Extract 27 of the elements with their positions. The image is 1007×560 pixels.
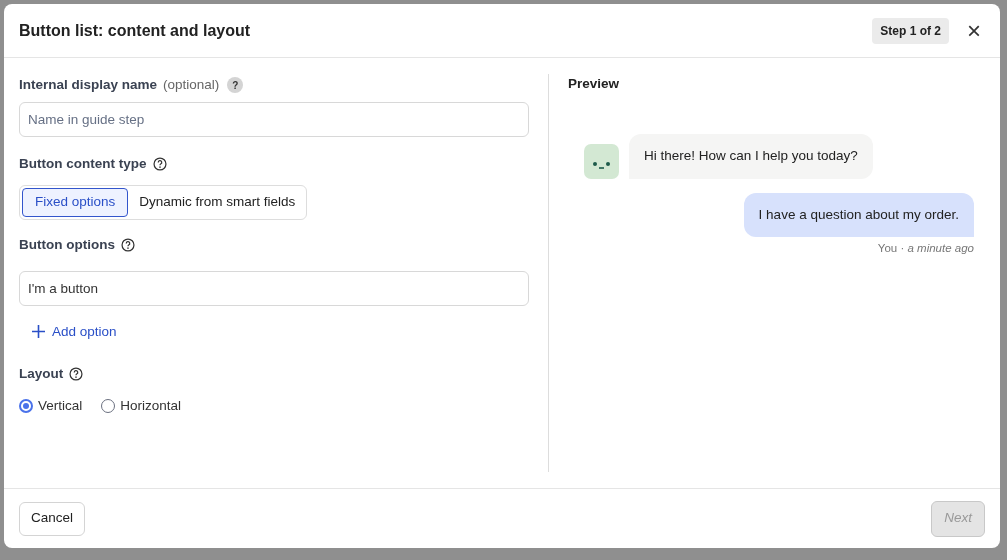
message-meta: You · a minute ago xyxy=(877,240,974,256)
help-icon[interactable] xyxy=(152,157,167,172)
segment-tab[interactable]: Fixed options xyxy=(22,187,129,217)
help-badge[interactable]: ? xyxy=(227,77,244,94)
user-message: I have a question about my order. xyxy=(743,192,974,237)
help-icon[interactable] xyxy=(121,237,135,252)
field-label: Layout xyxy=(19,365,64,383)
radio-button[interactable] xyxy=(19,399,33,414)
dialog-title: Button list: content and layout xyxy=(19,20,252,41)
option-input[interactable]: I'm a button xyxy=(19,270,529,306)
bot-avatar-icon xyxy=(584,143,619,179)
plus-icon xyxy=(32,325,45,339)
segment-tab[interactable]: Dynamic from smart fields xyxy=(130,187,305,217)
field-label: Internal display name xyxy=(19,76,158,94)
close-button[interactable]: × xyxy=(963,18,985,43)
cancel-button[interactable]: Cancel xyxy=(19,501,86,536)
field-label: Button content type xyxy=(19,155,147,174)
field-label: Button options xyxy=(19,235,115,254)
step-badge: Step 1 of 2 xyxy=(872,17,949,44)
radio-option[interactable]: Horizontal xyxy=(101,396,182,417)
help-icon[interactable] xyxy=(69,367,84,382)
radio-option[interactable]: Vertical xyxy=(19,396,83,417)
name-input[interactable]: Name in guide step xyxy=(19,102,529,138)
add-option-link[interactable]: Add option xyxy=(32,321,117,342)
optional-hint: (optional) xyxy=(163,76,220,94)
bot-message: Hi there! How can I help you today? xyxy=(629,134,873,179)
preview-title: Preview xyxy=(568,75,621,93)
